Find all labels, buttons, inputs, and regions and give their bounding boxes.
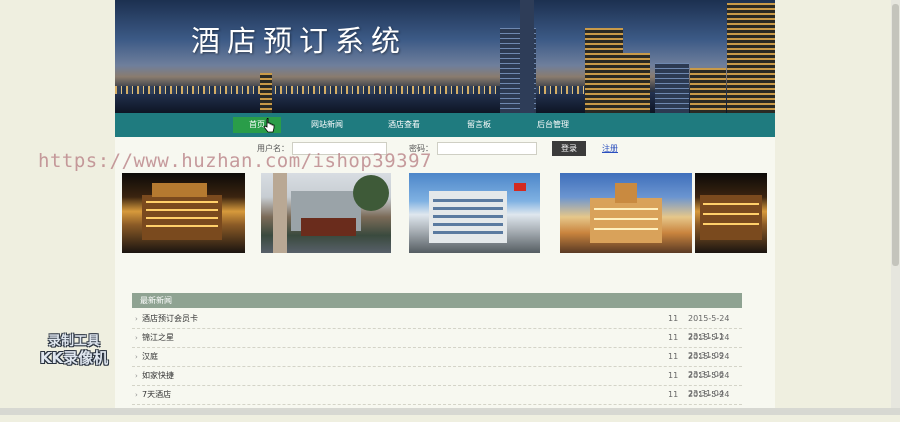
nav-item-news[interactable]: 网站新闻 <box>303 117 351 133</box>
hotel-photo[interactable] <box>695 173 767 253</box>
news-title[interactable]: 7天酒店 <box>142 386 171 404</box>
list-item[interactable]: › 如家快捷 11 2015-5-24 23:31:04 <box>132 367 742 398</box>
nav-item-guestbook[interactable]: 留言板 <box>457 117 501 133</box>
hotel-photo[interactable] <box>261 173 391 253</box>
bullet-icon: › <box>135 391 138 399</box>
news-view-count: 11 <box>668 352 679 361</box>
hotel-photo-art <box>590 183 662 243</box>
news-title[interactable]: 汉庭 <box>142 348 158 366</box>
news-date: 2015-5-24 23:31:02 <box>688 390 730 417</box>
recorder-logo-line1: 录制工具 <box>47 334 100 349</box>
bullet-icon: › <box>135 372 138 380</box>
url-watermark: https://www.huzhan.com/ishop39397 <box>38 150 432 172</box>
nav-item-admin[interactable]: 后台管理 <box>529 117 577 133</box>
banner-city-lights <box>115 86 615 94</box>
banner-building <box>585 28 623 113</box>
bullet-icon: › <box>135 334 138 342</box>
hotel-photo[interactable] <box>122 173 245 253</box>
login-button[interactable]: 登录 <box>552 141 586 156</box>
news-view-count: 11 <box>668 371 679 380</box>
banner-tower <box>520 0 534 113</box>
hotel-photo-art <box>429 183 526 243</box>
hand-cursor-icon <box>263 118 275 133</box>
news-title[interactable]: 锦江之星 <box>142 329 174 347</box>
password-input[interactable] <box>437 142 537 155</box>
hotel-photo-art <box>273 173 389 253</box>
nav-item-hotels[interactable]: 酒店查看 <box>380 117 428 133</box>
news-title[interactable]: 如家快捷 <box>142 367 174 385</box>
banner-building <box>260 73 272 113</box>
scrollbar-thumb[interactable] <box>892 4 899 266</box>
bullet-icon: › <box>135 353 138 361</box>
banner-building <box>620 53 650 113</box>
banner-building <box>690 68 726 113</box>
header-banner: 酒店预订系统 <box>115 0 775 113</box>
news-view-count: 11 <box>668 333 679 342</box>
site-title: 酒店预订系统 <box>191 24 408 58</box>
register-link[interactable]: 注册 <box>602 143 618 154</box>
list-item[interactable]: › 酒店预订会员卡 11 2015-5-24 23:31:11 <box>132 310 742 341</box>
main-nav: 首页 网站新闻 酒店查看 留言板 后台管理 <box>115 113 775 137</box>
recorder-logo-line2: KK录像机 <box>39 349 109 367</box>
hotel-photo[interactable] <box>409 173 540 253</box>
news-view-count: 11 <box>668 390 679 399</box>
recorder-logo: 录制工具 KK录像机 <box>24 333 124 367</box>
list-item[interactable]: › 锦江之星 11 2015-5-24 23:31:09 <box>132 329 742 360</box>
banner-building <box>727 3 775 113</box>
news-list: › 酒店预订会员卡 11 2015-5-24 23:31:11 › 锦江之星 1… <box>132 310 742 417</box>
banner-building <box>655 63 689 113</box>
browser-status-bar <box>0 408 900 415</box>
news-view-count: 11 <box>668 314 679 323</box>
news-title[interactable]: 酒店预订会员卡 <box>142 310 198 328</box>
hotel-photo-art <box>700 195 762 240</box>
vertical-scrollbar[interactable] <box>891 0 900 415</box>
hotel-photo-art <box>142 183 222 240</box>
list-item[interactable]: › 汉庭 11 2015-5-24 23:31:06 <box>132 348 742 379</box>
hotel-photo[interactable] <box>560 173 692 253</box>
list-item[interactable]: › 7天酒店 11 2015-5-24 23:31:02 <box>132 386 742 417</box>
bullet-icon: › <box>135 315 138 323</box>
news-section-header: 最新新闻 <box>132 293 742 308</box>
page-container: 酒店预订系统 首页 网站新闻 酒店查看 留言板 后台管理 用户名： 密码： 登录… <box>115 0 775 417</box>
